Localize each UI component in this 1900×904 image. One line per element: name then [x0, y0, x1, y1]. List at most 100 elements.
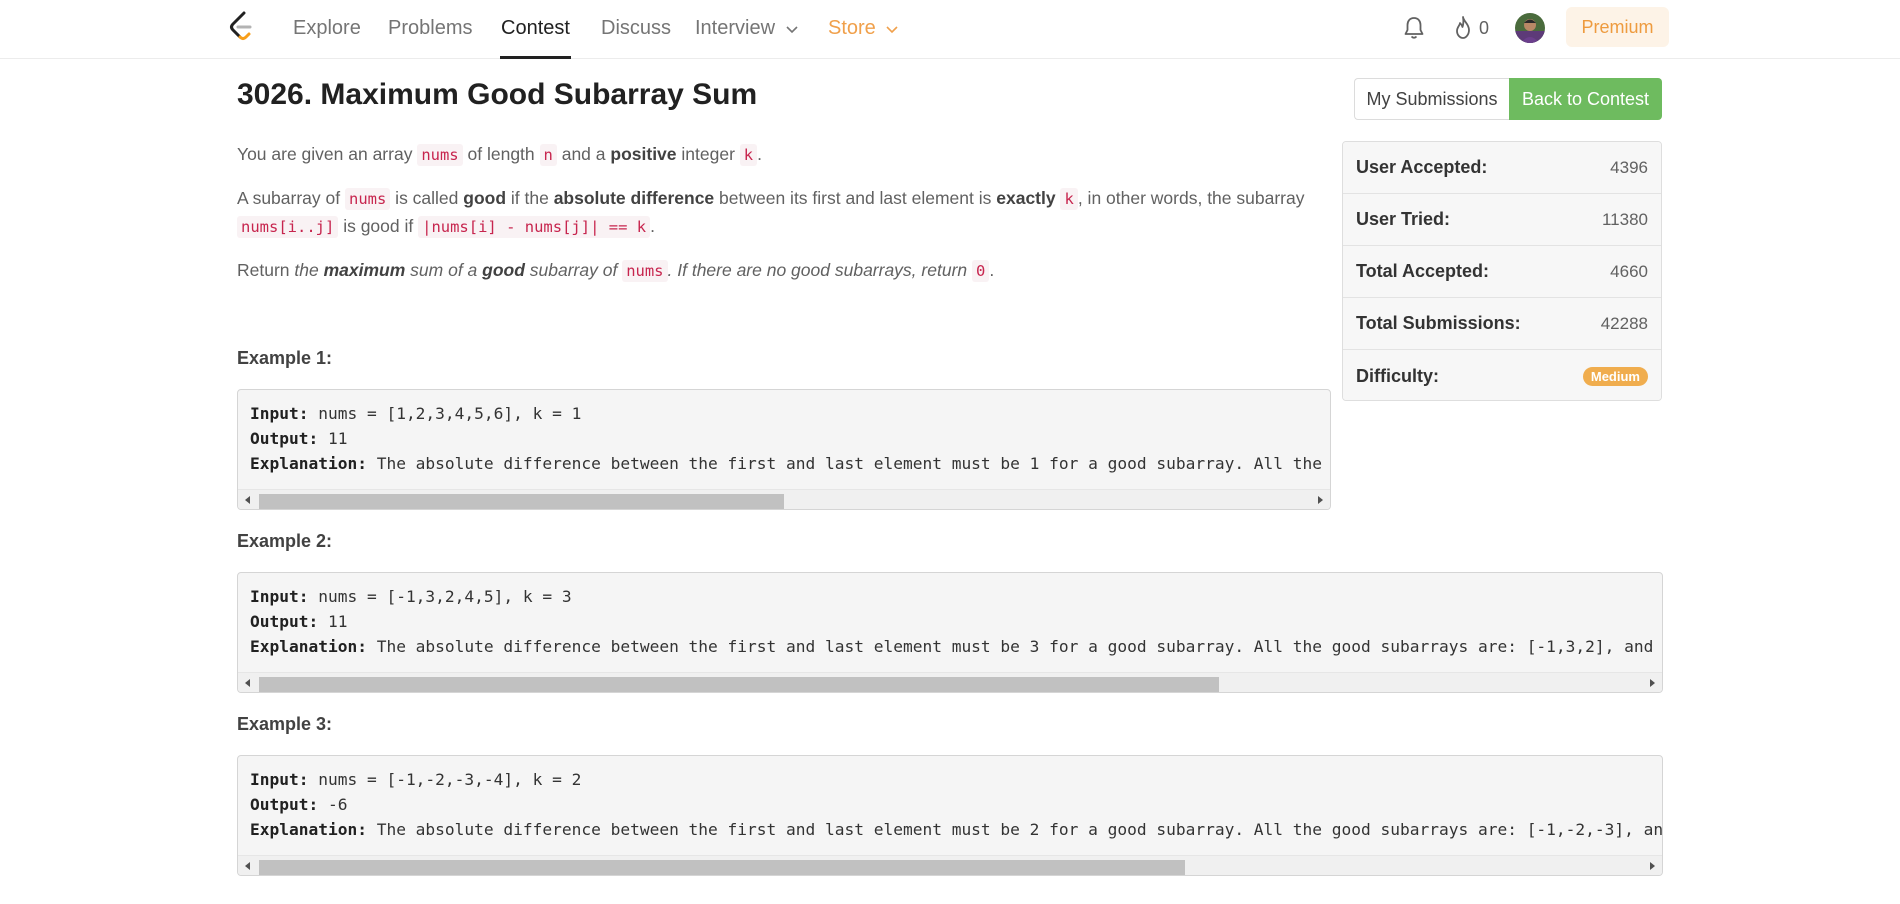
input-key: Input:	[250, 587, 309, 606]
example-input-line: Input: nums = [1,2,3,4,5,6], k = 1	[250, 401, 1330, 426]
description-paragraph-2-line-1: A subarray of nums is called good if the…	[237, 184, 1304, 213]
inline-code: k	[1060, 188, 1078, 210]
nav-contest[interactable]: Contest	[501, 17, 570, 40]
top-navbar: Explore Problems Contest Discuss Intervi…	[0, 0, 1900, 59]
example-3-label: Example 3:	[237, 714, 333, 734]
desc-text: and a	[556, 144, 611, 164]
example-2-label: Example 2:	[237, 531, 333, 551]
desc-text: .	[757, 144, 762, 164]
desc-text: You are given an array	[237, 144, 418, 164]
chevron-down-icon	[786, 26, 798, 33]
inline-code: |nums[i] - nums[j]| == k	[418, 216, 651, 238]
example-3-block: Input: nums = [-1,-2,-3,-4], k = 2 Outpu…	[237, 755, 1663, 876]
desc-text: of length	[462, 144, 540, 164]
nav-discuss[interactable]: Discuss	[601, 17, 671, 40]
inline-code: nums	[344, 188, 391, 210]
nav-active-indicator	[500, 56, 571, 59]
chevron-down-icon	[886, 26, 898, 33]
desc-italic: sum of a	[405, 260, 483, 280]
flame-icon[interactable]	[1453, 15, 1473, 41]
output-key: Output:	[250, 429, 319, 448]
stat-value: 42288	[1600, 313, 1648, 333]
back-to-contest-button[interactable]: Back to Contest	[1509, 78, 1662, 120]
stat-label: User Tried:	[1356, 209, 1451, 229]
desc-text: integer	[676, 144, 740, 164]
scrollbar-thumb[interactable]	[259, 677, 1219, 692]
desc-text: .	[989, 260, 995, 280]
problem-title: 3026. Maximum Good Subarray Sum	[237, 78, 758, 111]
horizontal-scrollbar[interactable]	[238, 855, 1662, 875]
scroll-right-arrow-icon[interactable]	[1318, 496, 1323, 504]
output-key: Output:	[250, 612, 319, 631]
output-value: 11	[318, 612, 348, 631]
desc-text: is called	[390, 188, 464, 208]
stats-panel: User Accepted: 4396 User Tried: 11380 To…	[1342, 141, 1662, 401]
example-input-line: Input: nums = [-1,3,2,4,5], k = 3	[250, 584, 1662, 609]
nav-interview[interactable]: Interview	[695, 17, 800, 40]
desc-text: if the	[506, 188, 554, 208]
example-input-line: Input: nums = [-1,-2,-3,-4], k = 2	[250, 767, 1662, 792]
desc-bold: exactly	[996, 188, 1056, 208]
input-value: nums = [1,2,3,4,5,6], k = 1	[308, 404, 582, 423]
desc-text: Return	[237, 260, 295, 280]
avatar[interactable]	[1515, 13, 1545, 43]
my-submissions-button[interactable]: My Submissions	[1354, 78, 1509, 120]
input-key: Input:	[250, 770, 309, 789]
example-1-label: Example 1:	[237, 348, 333, 368]
stat-row-user-tried: User Tried: 11380	[1343, 194, 1661, 246]
desc-bold-italic: maximum	[323, 260, 406, 280]
stat-row-difficulty: Difficulty: Medium	[1343, 350, 1661, 400]
example-explanation-line: Explanation: The absolute difference bet…	[250, 817, 1663, 842]
stat-label: User Accepted:	[1356, 157, 1488, 177]
premium-button[interactable]: Premium	[1566, 7, 1669, 47]
scroll-left-arrow-icon[interactable]	[245, 679, 250, 687]
logo-icon[interactable]	[227, 11, 255, 43]
bell-icon[interactable]	[1403, 15, 1425, 41]
difficulty-badge: Medium	[1582, 366, 1648, 386]
example-1-block: Input: nums = [1,2,3,4,5,6], k = 1 Outpu…	[237, 389, 1331, 510]
stat-value: 4396	[1610, 157, 1648, 177]
horizontal-scrollbar[interactable]	[238, 672, 1662, 692]
desc-italic: the	[294, 260, 324, 280]
scroll-left-arrow-icon[interactable]	[245, 862, 250, 870]
stat-label: Total Accepted:	[1356, 261, 1490, 281]
inline-code: nums[i..j]	[237, 216, 339, 238]
stat-label: Difficulty:	[1356, 365, 1439, 386]
explanation-value: The absolute difference between the firs…	[366, 637, 1663, 656]
desc-italic: . If there are no good subarrays, return	[667, 260, 972, 280]
scroll-right-arrow-icon[interactable]	[1650, 679, 1655, 687]
desc-text: .	[650, 216, 655, 236]
scroll-left-arrow-icon[interactable]	[245, 496, 250, 504]
explanation-value: The absolute difference between the firs…	[366, 454, 1331, 473]
input-value: nums = [-1,3,2,4,5], k = 3	[308, 587, 572, 606]
inline-code: nums	[417, 144, 463, 166]
stat-row-total-submissions: Total Submissions: 42288	[1343, 298, 1661, 350]
example-3-code: Input: nums = [-1,-2,-3,-4], k = 2 Outpu…	[250, 767, 1663, 842]
stat-row-user-accepted: User Accepted: 4396	[1343, 142, 1661, 194]
scrollbar-thumb[interactable]	[259, 494, 784, 509]
description-paragraph-3: Return the maximum sum of a good subarra…	[237, 256, 994, 285]
scrollbar-thumb[interactable]	[259, 860, 1185, 875]
scroll-right-arrow-icon[interactable]	[1650, 862, 1655, 870]
explanation-value: The absolute difference between the firs…	[366, 820, 1663, 839]
output-key: Output:	[250, 795, 319, 814]
nav-problems[interactable]: Problems	[388, 17, 472, 40]
nav-store-label: Store	[828, 17, 876, 39]
stat-label: Total Submissions:	[1356, 313, 1521, 333]
desc-italic: subarray of	[524, 260, 623, 280]
description-paragraph-2-line-2: nums[i..j] is good if |nums[i] - nums[j]…	[237, 212, 655, 241]
example-1-code: Input: nums = [1,2,3,4,5,6], k = 1 Outpu…	[250, 401, 1331, 476]
nav-interview-label: Interview	[695, 17, 776, 39]
example-explanation-line: Explanation: The absolute difference bet…	[250, 634, 1663, 659]
explanation-key: Explanation:	[250, 820, 367, 839]
desc-bold: good	[463, 188, 507, 208]
desc-bold: positive	[610, 144, 677, 164]
inline-code: nums	[622, 260, 668, 282]
nav-explore[interactable]: Explore	[293, 17, 361, 40]
nav-store[interactable]: Store	[828, 17, 900, 40]
desc-bold-italic: good	[482, 260, 525, 280]
example-explanation-line: Explanation: The absolute difference bet…	[250, 451, 1331, 476]
horizontal-scrollbar[interactable]	[238, 489, 1330, 509]
desc-text: , in other words, the subarray	[1077, 188, 1305, 208]
output-value: -6	[318, 795, 348, 814]
